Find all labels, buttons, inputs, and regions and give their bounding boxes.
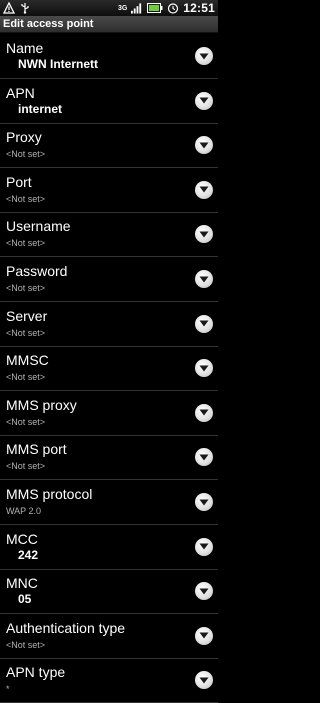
warning-icon xyxy=(3,2,15,14)
usb-icon xyxy=(19,2,31,14)
setting-label: Username xyxy=(6,218,71,235)
chevron-down-icon[interactable] xyxy=(195,225,213,244)
chevron-down-icon[interactable] xyxy=(195,314,213,333)
battery-icon xyxy=(147,2,163,14)
chevron-down-icon[interactable] xyxy=(195,448,213,467)
page-title: Edit access point xyxy=(0,16,218,33)
clock: 12:51 xyxy=(183,1,215,15)
setting-row-apn-type[interactable]: APN type * xyxy=(0,658,218,703)
setting-row-authentication-type[interactable]: Authentication type <Not set> xyxy=(0,614,218,659)
setting-value: <Not set> xyxy=(6,238,46,249)
chevron-down-icon[interactable] xyxy=(195,47,213,65)
setting-label: Server xyxy=(6,307,48,324)
setting-value: internet xyxy=(18,101,63,116)
setting-label: Proxy xyxy=(6,129,42,146)
setting-label: Password xyxy=(6,263,68,279)
setting-value: <Not set> xyxy=(6,416,46,427)
chevron-down-icon[interactable] xyxy=(195,537,213,556)
network-3g-icon: 3G xyxy=(117,4,128,12)
setting-value: 05 xyxy=(18,592,32,607)
setting-row-mms-proxy[interactable]: MMS proxy <Not set> xyxy=(0,391,218,436)
setting-label: APN xyxy=(6,84,35,101)
setting-value: <Not set> xyxy=(6,327,46,338)
setting-value: <Not set> xyxy=(6,461,46,472)
chevron-down-icon[interactable] xyxy=(195,270,213,288)
chevron-down-icon[interactable] xyxy=(195,359,213,378)
setting-value: * xyxy=(6,684,10,695)
setting-row-proxy[interactable]: Proxy <Not set> xyxy=(0,123,218,169)
chevron-down-icon[interactable] xyxy=(195,626,213,645)
setting-row-apn[interactable]: APN internet xyxy=(0,79,218,124)
chevron-down-icon[interactable] xyxy=(195,582,213,601)
setting-row-mms-port[interactable]: MMS port <Not set> xyxy=(0,435,218,481)
setting-row-mcc[interactable]: MCC 242 xyxy=(0,525,218,570)
chevron-down-icon[interactable] xyxy=(195,91,213,110)
setting-label: Port xyxy=(6,173,32,190)
setting-value: <Not set> xyxy=(6,639,46,650)
setting-row-mms-protocol[interactable]: MMS protocol WAP 2.0 xyxy=(0,480,218,525)
setting-value: WAP 2.0 xyxy=(6,506,42,516)
setting-row-server[interactable]: Server <Not set> xyxy=(0,302,218,347)
setting-label: MMS proxy xyxy=(6,396,77,413)
setting-row-name[interactable]: Name NWN Internett xyxy=(0,34,218,79)
setting-row-port[interactable]: Port <Not set> xyxy=(0,168,218,213)
setting-value: <Not set> xyxy=(6,372,46,383)
setting-label: APN type xyxy=(6,664,66,681)
setting-value: <Not set> xyxy=(6,193,46,204)
setting-label: Name xyxy=(6,40,44,56)
chevron-down-icon[interactable] xyxy=(195,493,213,511)
chevron-down-icon[interactable] xyxy=(195,671,213,690)
chevron-down-icon[interactable] xyxy=(195,136,213,155)
chevron-down-icon[interactable] xyxy=(195,403,213,422)
setting-row-username[interactable]: Username <Not set> xyxy=(0,212,218,258)
signal-icon xyxy=(131,2,143,14)
setting-value: NWN Internett xyxy=(18,57,98,71)
status-bar: 3G 12:51 xyxy=(0,0,218,16)
setting-value: 242 xyxy=(18,547,39,562)
setting-row-mnc[interactable]: MNC 05 xyxy=(0,569,218,615)
setting-row-password[interactable]: Password <Not set> xyxy=(0,257,218,302)
alarm-icon xyxy=(167,2,179,14)
setting-value: <Not set> xyxy=(6,283,46,293)
setting-row-mmsc[interactable]: MMSC <Not set> xyxy=(0,346,218,392)
setting-label: Authentication type xyxy=(6,619,126,636)
setting-label: MMS protocol xyxy=(6,486,93,502)
setting-value: <Not set> xyxy=(6,149,46,160)
chevron-down-icon[interactable] xyxy=(195,180,213,199)
setting-label: MMSC xyxy=(6,352,49,369)
setting-label: MCC xyxy=(6,530,38,547)
setting-label: MMS port xyxy=(6,441,67,458)
setting-label: MNC xyxy=(6,575,38,592)
